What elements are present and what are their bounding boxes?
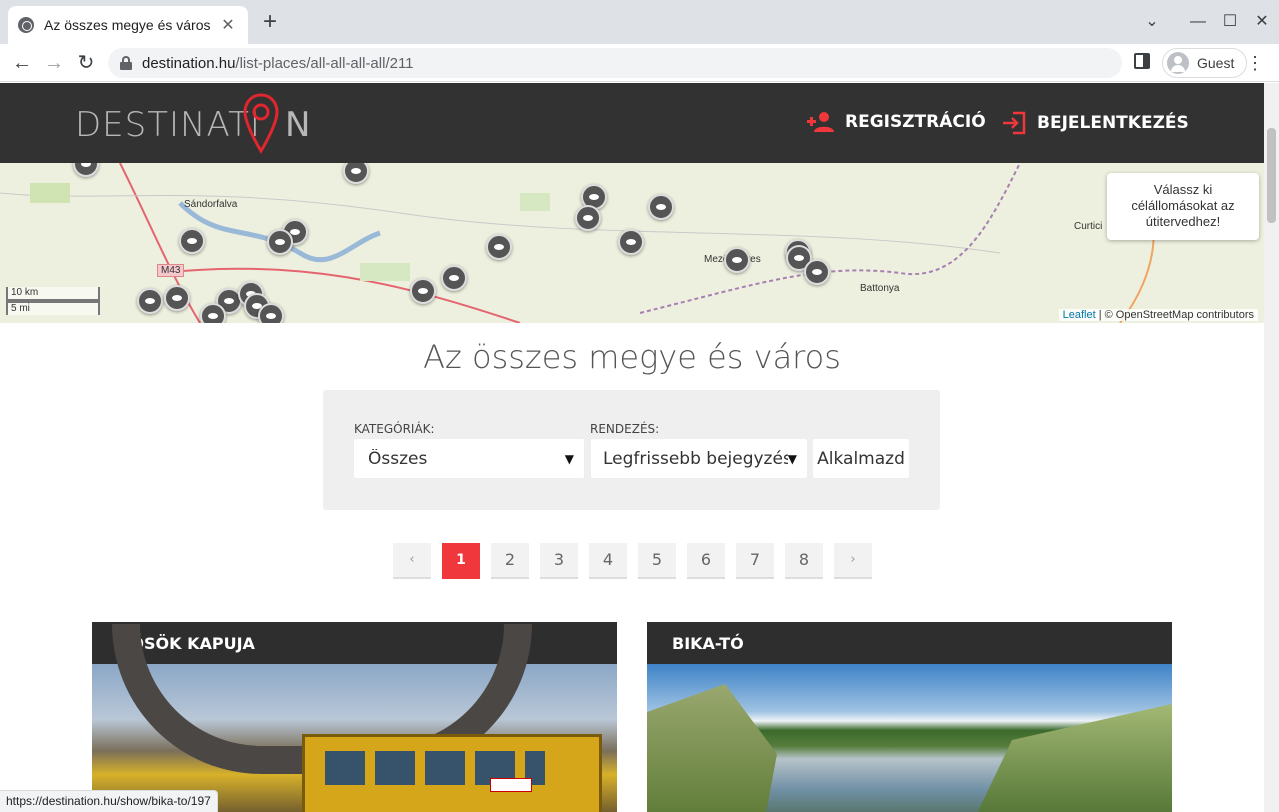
url-host: destination.hu	[142, 54, 236, 72]
map-scale: 10 km 5 mi	[6, 287, 100, 315]
status-bar-link: https://destination.hu/show/bika-to/197	[0, 790, 218, 812]
page-button[interactable]: 1	[442, 543, 480, 579]
globe-icon	[18, 17, 34, 33]
map-marker-eye-icon[interactable]	[804, 259, 830, 285]
tab-search-chevron-icon[interactable]: ⌄	[1140, 8, 1164, 36]
maximize-button[interactable]: ☐	[1218, 8, 1242, 36]
sort-select[interactable]: Legfrissebb bejegyzések ▼	[590, 438, 808, 479]
map-marker-eye-icon[interactable]	[648, 194, 674, 220]
sort-value: Legfrissebb bejegyzések	[603, 448, 788, 469]
close-window-button[interactable]: ✕	[1250, 8, 1274, 36]
close-tab-icon[interactable]: ✕	[218, 15, 238, 35]
place-card[interactable]: BIKA-TÓ	[647, 622, 1172, 812]
page-button[interactable]: 5	[638, 543, 676, 579]
card-image[interactable]	[647, 664, 1172, 812]
reeds-shape	[972, 704, 1172, 812]
map-marker-eye-icon[interactable]	[410, 278, 436, 304]
map-marker-eye-icon[interactable]	[267, 229, 293, 255]
browser-tab-strip: Az összes megye és város ✕ + ⌄ — ☐ ✕	[0, 0, 1279, 44]
page-viewport: DESTINATI N REGISZTRÁCIÓ BEJELENTKEZÉS S…	[0, 83, 1279, 812]
map-marker-eye-icon[interactable]	[164, 285, 190, 311]
address-bar[interactable]: destination.hu/list-places/all-all-all-a…	[108, 48, 1122, 78]
map-marker-eye-icon[interactable]	[724, 247, 750, 273]
minimize-button[interactable]: —	[1186, 8, 1210, 36]
map-marker-eye-icon[interactable]	[200, 303, 226, 323]
map-marker-eye-icon[interactable]	[486, 234, 512, 260]
map-marker-eye-icon[interactable]	[618, 229, 644, 255]
category-value: Összes	[368, 448, 428, 469]
scrollbar-thumb[interactable]	[1267, 128, 1276, 223]
category-label: KATEGÓRIÁK:	[354, 422, 435, 436]
road-badge: M43	[157, 264, 185, 277]
tab-title: Az összes megye és város	[44, 17, 211, 33]
places-map[interactable]: Sándorfalva Mezőhegyes Battonya Curtici …	[0, 163, 1264, 323]
side-panel-icon[interactable]	[1134, 53, 1150, 69]
site-logo-tail: N	[285, 105, 311, 145]
browser-menu-icon[interactable]: ⋮	[1246, 53, 1264, 73]
map-place-label: Battonya	[860, 283, 900, 294]
map-place-label: Sándorfalva	[184, 199, 238, 210]
avatar-icon	[1167, 52, 1189, 74]
map-tooltip: Válassz ki célállomásokat az útitervedhe…	[1107, 173, 1259, 240]
add-user-icon	[807, 112, 834, 132]
register-label: REGISZTRÁCIÓ	[845, 112, 986, 132]
page-title: Az összes megye és város	[423, 338, 841, 376]
category-select[interactable]: Összes ▼	[353, 438, 585, 479]
filter-panel: KATEGÓRIÁK: Összes ▼ RENDEZÉS: Legfrisse…	[323, 390, 940, 510]
page-button[interactable]: 8	[785, 543, 823, 579]
page-button[interactable]: 3	[540, 543, 578, 579]
scale-mi: 5 mi	[6, 301, 100, 315]
chevron-down-icon: ▼	[564, 451, 574, 466]
login-label: BEJELENTKEZÉS	[1037, 113, 1189, 133]
url-path: /list-places/all-all-all-all/211	[235, 54, 414, 72]
lock-icon[interactable]	[120, 56, 132, 70]
tram-shape	[302, 734, 602, 812]
card-title[interactable]: BIKA-TÓ	[647, 622, 1172, 664]
new-tab-button[interactable]: +	[258, 8, 282, 36]
pagination: ‹ 1 2 3 4 5 6 7 8 ›	[393, 543, 883, 579]
map-marker-eye-icon[interactable]	[258, 303, 284, 323]
tram-sign	[490, 778, 532, 792]
map-marker-eye-icon[interactable]	[575, 205, 601, 231]
login-icon	[1003, 111, 1026, 135]
chevron-down-icon: ▼	[787, 451, 797, 466]
page-button[interactable]: 7	[736, 543, 774, 579]
browser-toolbar: ← → ↻ destination.hu/list-places/all-all…	[0, 44, 1279, 82]
reload-button[interactable]: ↻	[72, 49, 100, 77]
sort-label: RENDEZÉS:	[590, 422, 660, 436]
map-marker-eye-icon[interactable]	[137, 288, 163, 314]
map-marker-eye-icon[interactable]	[441, 265, 467, 291]
register-link[interactable]: REGISZTRÁCIÓ	[807, 111, 986, 133]
map-marker-eye-icon[interactable]	[179, 228, 205, 254]
profile-name: Guest	[1197, 55, 1235, 71]
page-button[interactable]: 6	[687, 543, 725, 579]
browser-tab[interactable]: Az összes megye és város ✕	[8, 6, 248, 44]
map-place-label: Curtici	[1074, 221, 1103, 232]
forward-button[interactable]: →	[40, 49, 68, 77]
login-link[interactable]: BEJELENTKEZÉS	[1001, 111, 1189, 135]
map-pin-logo-icon	[243, 93, 279, 154]
site-logo[interactable]: DESTINATI	[75, 105, 261, 145]
map-attribution: Leaflet | © OpenStreetMap contributors	[1058, 309, 1258, 321]
reeds-shape	[647, 684, 777, 812]
leaflet-link[interactable]: Leaflet	[1063, 309, 1096, 321]
page-scrollbar[interactable]	[1264, 83, 1279, 812]
prev-page-button[interactable]: ‹	[393, 543, 431, 579]
page-button[interactable]: 4	[589, 543, 627, 579]
apply-button[interactable]: Alkalmazd	[812, 438, 910, 479]
site-header: DESTINATI N REGISZTRÁCIÓ BEJELENTKEZÉS	[0, 83, 1264, 163]
next-page-button[interactable]: ›	[834, 543, 872, 579]
back-button[interactable]: ←	[8, 49, 36, 77]
scale-km: 10 km	[6, 287, 100, 301]
profile-button[interactable]: Guest	[1162, 48, 1248, 78]
place-card[interactable]: HŐSÖK KAPUJA	[92, 622, 617, 812]
osm-attribution: | © OpenStreetMap contributors	[1095, 309, 1254, 321]
page-button[interactable]: 2	[491, 543, 529, 579]
